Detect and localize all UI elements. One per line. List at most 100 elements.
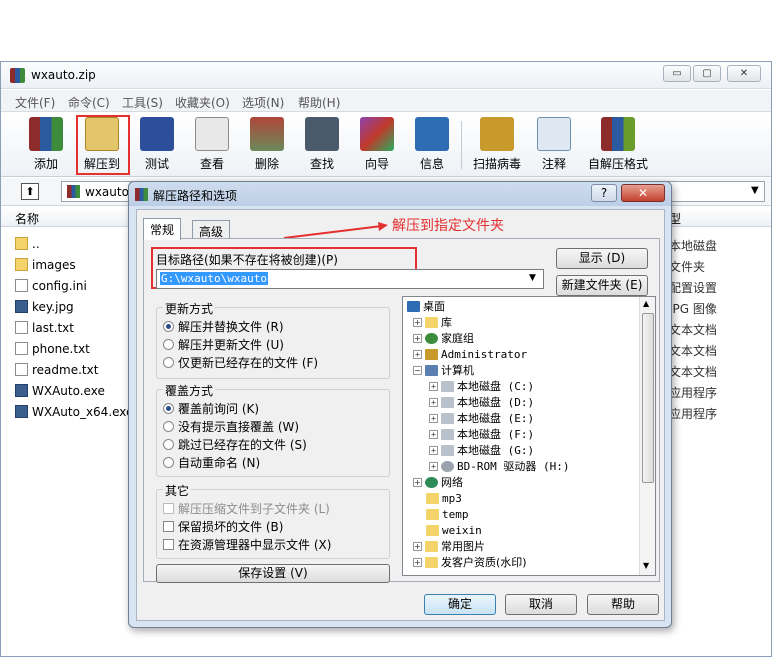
checkbox-extract-to-subfolder[interactable]: 解压压缩文件到子文件夹 (L) [163,499,330,517]
expand-icon[interactable]: + [413,333,422,343]
tree-scrollbar[interactable]: ▲ ▼ [639,297,655,575]
list-item[interactable]: last.txt [15,317,74,338]
tree-item-drive-c[interactable]: + 本地磁盘 (C:) [405,378,569,394]
find-button[interactable]: 查找 [297,117,347,173]
chevron-down-icon[interactable]: ▼ [529,273,536,283]
cancel-button[interactable]: 取消 [505,594,577,615]
wizard-button[interactable]: 向导 [352,117,402,173]
checkbox[interactable] [163,538,174,550]
expand-icon[interactable]: + [429,413,438,423]
scan-virus-button[interactable]: 扫描病毒 [469,117,525,173]
type-cell: 文本文档 [669,365,718,379]
info-button[interactable]: 信息 [407,117,457,173]
expand-icon[interactable]: + [413,477,422,487]
radio-skip-existing[interactable]: 跳过已经存在的文件 (S) [163,435,307,453]
close-button[interactable]: ✕ [727,65,761,82]
checkbox[interactable] [163,502,174,514]
list-item[interactable]: key.jpg [15,296,74,317]
minimize-button[interactable]: ▭ [663,65,691,82]
tree-item-administrator[interactable]: + Administrator [405,346,569,362]
delete-button[interactable]: 删除 [242,117,292,173]
radio-unselected[interactable] [163,456,174,468]
scroll-up-icon[interactable]: ▲ [643,299,649,308]
list-item[interactable]: phone.txt [15,338,90,359]
target-path-combobox[interactable]: G:\wxauto\wxauto ▼ [156,269,544,289]
tree-item-temp[interactable]: temp [405,506,569,522]
menu-command[interactable]: 命令(C) [68,94,110,111]
menu-tools[interactable]: 工具(S) [122,94,163,111]
list-item[interactable]: WXAuto.exe [15,380,105,401]
tree-item-homegroup[interactable]: + 家庭组 [405,330,569,346]
tree-item-drive-h[interactable]: + BD-ROM 驱动器 (H:) [405,458,569,474]
new-folder-button[interactable]: 新建文件夹 (E) [556,275,648,296]
checkbox-show-in-explorer[interactable]: 在资源管理器中显示文件 (X) [163,535,331,553]
tree-item-common-images[interactable]: + 常用图片 [405,538,569,554]
radio-unselected[interactable] [163,438,174,450]
list-item[interactable]: .. [15,233,40,254]
list-item[interactable]: config.ini [15,275,87,296]
view-button[interactable]: 查看 [187,117,237,173]
chevron-down-icon[interactable]: ▼ [751,185,759,196]
radio-unselected[interactable] [163,356,174,368]
folder-tree[interactable]: 桌面 + 库 + 家庭组 + Administrator − 计算机 + 本地磁盘 (C:… [402,296,656,576]
expand-icon[interactable]: + [429,445,438,455]
tree-item-desktop[interactable]: 桌面 [405,298,569,314]
list-item[interactable]: readme.txt [15,359,98,380]
expand-icon[interactable]: + [429,429,438,439]
menu-favorites[interactable]: 收藏夹(O) [175,94,230,111]
save-settings-button[interactable]: 保存设置 (V) [156,564,390,583]
expand-icon[interactable]: + [429,461,438,471]
list-item[interactable]: images [15,254,76,275]
expand-icon[interactable]: + [413,317,422,327]
ok-button[interactable]: 确定 [424,594,496,615]
tree-item-computer[interactable]: − 计算机 [405,362,569,378]
comment-button[interactable]: 注释 [529,117,579,173]
radio-overwrite-without-prompt[interactable]: 没有提示直接覆盖 (W) [163,417,299,435]
menu-options[interactable]: 选项(N) [242,94,284,111]
radio-selected[interactable] [163,402,174,414]
expand-icon[interactable]: + [413,349,422,359]
tree-item-weixin[interactable]: weixin [405,522,569,538]
radio-ask-before-overwrite[interactable]: 覆盖前询问 (K) [163,399,259,417]
sfx-button[interactable]: 自解压格式 [583,117,653,173]
collapse-icon[interactable]: − [413,365,422,375]
test-button[interactable]: 测试 [132,117,182,173]
up-folder-icon[interactable]: ⬆ [21,183,39,200]
show-button[interactable]: 显示 (D) [556,248,648,269]
radio-selected[interactable] [163,320,174,332]
help-button[interactable]: ? [591,184,617,202]
tree-item-drive-g[interactable]: + 本地磁盘 (G:) [405,442,569,458]
tree-item-mp3[interactable]: mp3 [405,490,569,506]
tree-item-drive-d[interactable]: + 本地磁盘 (D:) [405,394,569,410]
dialog-close-button[interactable]: ✕ [621,184,665,202]
target-path-input[interactable]: G:\wxauto\wxauto [160,272,268,285]
tab-general[interactable]: 常规 [143,218,182,240]
checkbox-keep-broken[interactable]: 保留损坏的文件 (B) [163,517,283,535]
radio-extract-replace[interactable]: 解压并替换文件 (R) [163,317,284,335]
tree-item-network[interactable]: + 网络 [405,474,569,490]
list-item[interactable]: WXAuto_x64.exe [15,401,133,422]
radio-auto-rename[interactable]: 自动重命名 (N) [163,453,260,471]
help-dialog-button[interactable]: 帮助 [587,594,659,615]
add-button[interactable]: 添加 [21,117,71,173]
radio-unselected[interactable] [163,420,174,432]
maximize-button[interactable]: ▢ [693,65,721,82]
menu-help[interactable]: 帮助(H) [298,94,340,111]
tab-advanced[interactable]: 高级 [192,220,231,240]
expand-icon[interactable]: + [413,541,422,551]
scroll-down-icon[interactable]: ▼ [643,561,649,570]
scroll-thumb[interactable] [642,313,654,483]
expand-icon[interactable]: + [413,557,422,567]
radio-update-existing[interactable]: 仅更新已经存在的文件 (F) [163,353,318,371]
menu-file[interactable]: 文件(F) [15,94,55,111]
tree-item-drive-f[interactable]: + 本地磁盘 (F:) [405,426,569,442]
tree-item-client-docs[interactable]: + 发客户资质(水印) [405,554,569,570]
tree-item-drive-e[interactable]: + 本地磁盘 (E:) [405,410,569,426]
expand-icon[interactable]: + [429,381,438,391]
column-name-header[interactable]: 名称 [15,210,39,227]
checkbox[interactable] [163,520,174,532]
radio-unselected[interactable] [163,338,174,350]
expand-icon[interactable]: + [429,397,438,407]
radio-extract-update[interactable]: 解压并更新文件 (U) [163,335,284,353]
tree-item-library[interactable]: + 库 [405,314,569,330]
